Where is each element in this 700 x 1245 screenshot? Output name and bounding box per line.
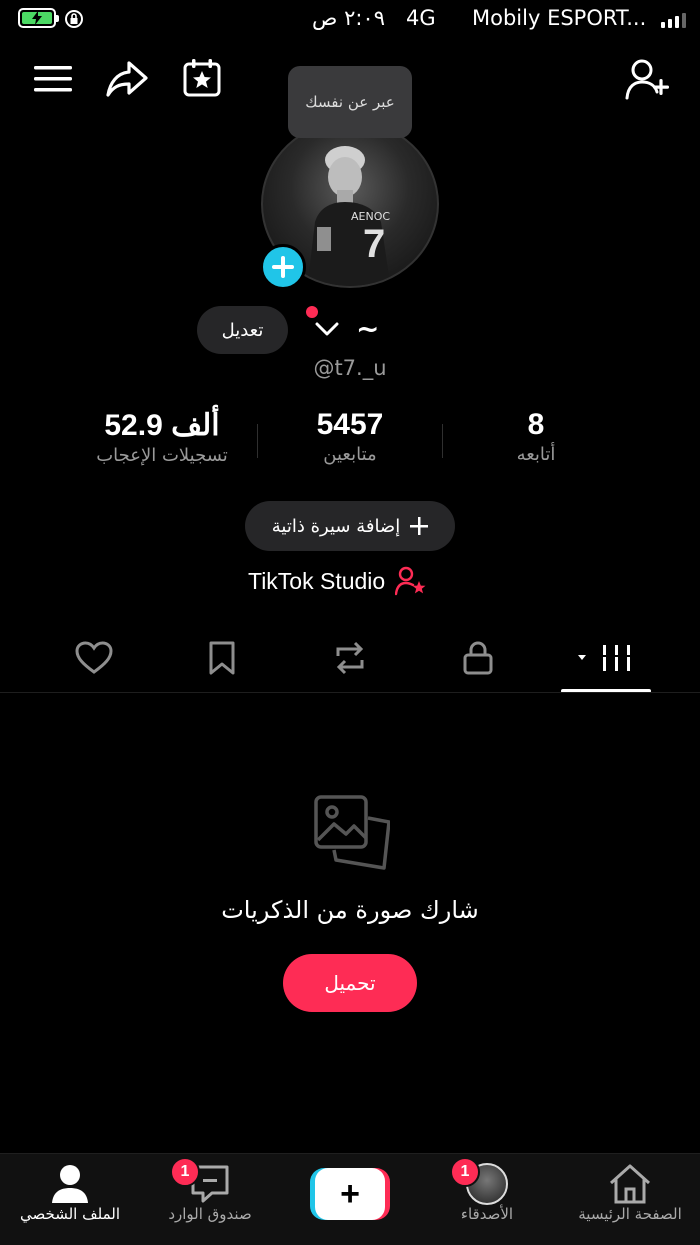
heart-icon xyxy=(75,641,113,674)
tab-posts[interactable] xyxy=(573,636,637,680)
signal-icon xyxy=(661,12,686,28)
menu-icon[interactable] xyxy=(30,58,76,100)
add-bio-label: إضافة سيرة ذاتية xyxy=(271,515,401,537)
display-name: ~ xyxy=(356,312,380,345)
status-bar: ٢:٠٩ ص 4G Mobily ESPORT... xyxy=(0,0,700,40)
empty-state-title: شارك صورة من الذكريات xyxy=(221,896,479,924)
photos-icon xyxy=(308,790,392,874)
edit-profile-button[interactable]: تعديل xyxy=(197,306,288,354)
chevron-down-icon[interactable] xyxy=(312,314,342,344)
lock-rotation-icon xyxy=(64,9,84,33)
stat-followers[interactable]: 5457 متابعين xyxy=(260,408,440,465)
tab-saved[interactable] xyxy=(200,636,244,680)
nav-friends-label: الأصدقاء xyxy=(460,1205,514,1223)
home-icon xyxy=(609,1164,651,1204)
create-button[interactable]: + xyxy=(310,1168,390,1220)
upload-button[interactable]: تحميل xyxy=(283,954,417,1012)
battery-icon xyxy=(18,8,59,28)
nav-home-label: الصفحة الرئيسية xyxy=(578,1205,682,1223)
network-type: 4G xyxy=(406,6,436,30)
tiktok-studio-link[interactable]: TikTok Studio xyxy=(248,566,427,596)
nav-inbox-label: صندوق الوارد xyxy=(168,1205,252,1223)
add-bio-button[interactable]: إضافة سيرة ذاتية xyxy=(245,501,455,551)
tab-reposts[interactable] xyxy=(327,636,373,680)
add-friend-icon[interactable] xyxy=(624,56,672,102)
creator-star-icon xyxy=(395,566,426,596)
plus-icon xyxy=(410,517,429,535)
add-photo-plus-icon[interactable] xyxy=(260,244,306,290)
nav-profile-label: الملف الشخصي xyxy=(20,1205,120,1223)
bookmark-icon xyxy=(209,641,235,675)
nav-inbox[interactable]: صندوق الوارد xyxy=(145,1163,275,1223)
grid-dropdown-icon xyxy=(578,645,632,671)
username: @t7._u xyxy=(313,356,387,380)
tab-private[interactable] xyxy=(456,636,500,680)
status-time: ٢:٠٩ ص xyxy=(312,6,385,30)
stat-likes[interactable]: 52.9 ألف تسجيلات الإعجاب xyxy=(72,408,252,466)
repost-icon xyxy=(336,641,364,675)
tiktok-studio-label: TikTok Studio xyxy=(248,567,386,594)
profile-icon xyxy=(52,1165,88,1203)
nav-friends[interactable]: الأصدقاء xyxy=(422,1163,552,1223)
share-icon[interactable] xyxy=(104,56,150,102)
tabs-divider xyxy=(0,692,700,693)
stat-divider xyxy=(442,424,443,458)
bio-tooltip[interactable]: عبر عن نفسك xyxy=(288,66,412,138)
tab-liked[interactable] xyxy=(72,636,116,680)
calendar-star-icon[interactable] xyxy=(180,56,224,100)
create-plus-icon: + xyxy=(315,1168,385,1220)
nav-profile[interactable]: الملف الشخصي xyxy=(5,1163,135,1223)
carrier-name: Mobily ESPORT... xyxy=(472,6,647,30)
nav-home[interactable]: الصفحة الرئيسية xyxy=(565,1163,695,1223)
stat-divider xyxy=(257,424,258,458)
inbox-badge: 1 xyxy=(170,1157,200,1187)
lock-icon xyxy=(463,641,493,675)
stat-following[interactable]: 8 أتابعه xyxy=(446,408,626,465)
friends-badge: 1 xyxy=(450,1157,480,1187)
svg-text:7: 7 xyxy=(363,222,385,266)
